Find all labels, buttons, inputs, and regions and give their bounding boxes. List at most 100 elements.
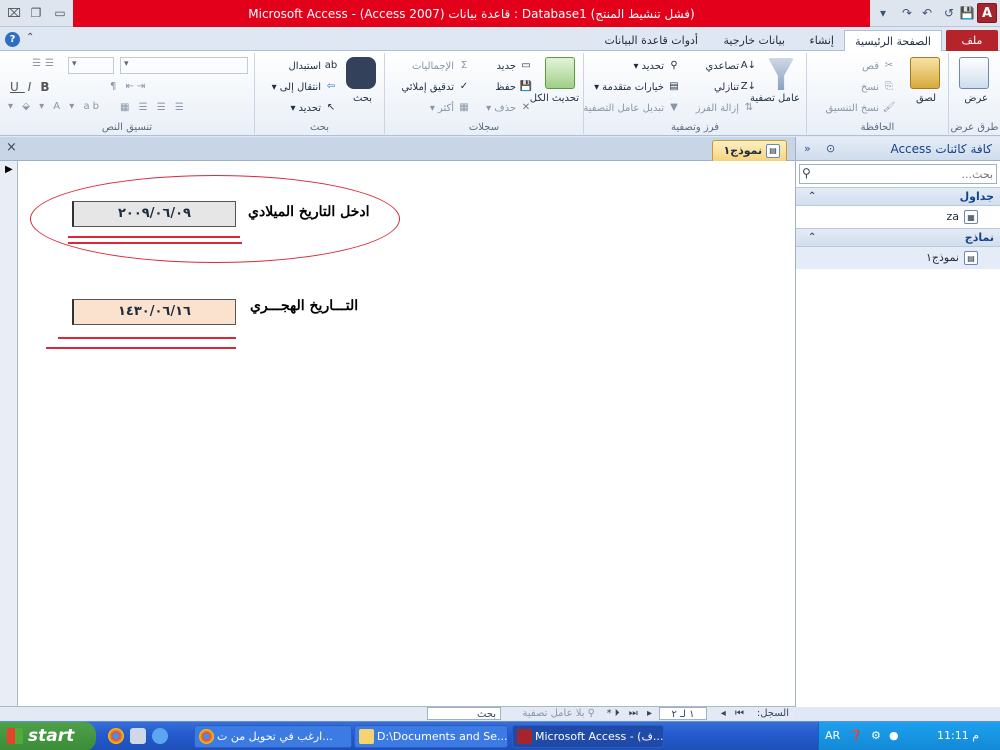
search-icon[interactable]: ⚲	[802, 166, 811, 180]
next-last-new-record-buttons[interactable]: ▸ ⏭ ⏵*	[607, 707, 655, 720]
binoculars-icon[interactable]	[346, 57, 376, 89]
italic-icon[interactable]: I	[28, 80, 38, 94]
save-icon[interactable]: 💾	[958, 4, 976, 23]
group-find: بحث ab استبدال ⇦ انتقال إلى ▾ ↖ تحديد ▾ بحث	[254, 53, 384, 134]
nav-item-table-za[interactable]: ▦ za	[796, 206, 1000, 228]
tab-home[interactable]: الصفحة الرئيسية	[844, 30, 942, 51]
minimize-window-icon[interactable]: ▭	[50, 4, 70, 22]
nav-menu-icon[interactable]: ⊙	[826, 137, 835, 161]
delete-record-button[interactable]: ✕ حذف ▾	[486, 101, 533, 115]
font-size-select[interactable]: ▾	[68, 57, 114, 74]
no-filter-indicator[interactable]: ⚲ بلا عامل تصفية	[523, 707, 595, 720]
ascending-button[interactable]: ↓A تصاعدي	[705, 59, 756, 73]
gregorian-date-label: ادخل التاريخ الميلادي	[248, 204, 370, 220]
first-prev-record-buttons[interactable]: ⏮ ◂	[721, 707, 747, 720]
nav-item-form-1[interactable]: ▤ نموذج١	[796, 247, 1000, 269]
help-icon[interactable]: ?	[5, 32, 20, 47]
refresh-all-button[interactable]: تحديث الكل	[530, 93, 579, 105]
nav-pane-header[interactable]: كافة كائنات Access ⊙ «	[796, 137, 1000, 161]
chevron-up-icon[interactable]: ⌃	[808, 229, 816, 246]
color-buttons[interactable]: A ▾ ab ▾ ⬙ ▾	[8, 101, 102, 112]
hijri-date-field[interactable]: ١٤٣٠/٠٦/١٦	[72, 299, 236, 325]
record-search-box[interactable]: بحث	[427, 707, 501, 720]
delete-icon: ✕	[521, 102, 531, 113]
list-buttons[interactable]: ☰☰	[32, 58, 58, 69]
chrome-icon[interactable]	[108, 728, 124, 744]
replace-button[interactable]: ab استبدال	[289, 59, 339, 73]
form-view: ▶ ادخل التاريخ الميلادي ٢٠٠٩/٠٦/٠٩ التــ…	[0, 161, 795, 706]
taskbar-item-browser[interactable]: ارغب في تحويل من ت...	[194, 725, 352, 748]
font-name-select[interactable]: ▾	[120, 57, 248, 74]
nav-search-input[interactable]	[816, 165, 996, 183]
nav-section-forms[interactable]: نماذج ⌃	[796, 228, 1000, 247]
sort-ascending-icon: ↓A	[740, 60, 756, 71]
text-style-buttons[interactable]: BIU	[10, 80, 56, 94]
tab-external-data[interactable]: بيانات خارجية	[714, 30, 795, 51]
format-painter-button[interactable]: 🖌 نسخ التنسيق	[826, 101, 896, 115]
tab-form-1[interactable]: ▤ نموذج١	[712, 140, 787, 161]
new-record-button[interactable]: ▭ جديد	[497, 59, 533, 73]
app-icon[interactable]	[130, 728, 146, 744]
filter-button[interactable]: عامل تصفية	[750, 93, 800, 105]
toggle-filter-icon: ▼	[670, 102, 678, 113]
network-icon[interactable]: ⚙	[871, 729, 881, 742]
nav-collapse-icon[interactable]: «	[804, 137, 811, 161]
select-button[interactable]: ↖ تحديد ▾	[290, 101, 338, 115]
indent-buttons[interactable]: ⇥⇤ ¶	[110, 81, 148, 92]
view-button[interactable]: عرض	[964, 93, 988, 104]
tab-database-tools[interactable]: أدوات قاعدة البيانات	[594, 30, 708, 51]
save-record-button[interactable]: 💾 حفظ	[495, 80, 533, 94]
record-number-field[interactable]: ١ لـ ٢	[659, 707, 707, 720]
selection-button[interactable]: ⚲ تحديد ▾	[633, 59, 681, 73]
refresh-icon[interactable]	[545, 57, 575, 89]
minimize-ribbon-icon[interactable]: ⌃	[26, 32, 34, 43]
nav-section-tables[interactable]: جداول ⌃	[796, 187, 1000, 206]
start-button[interactable]: start	[0, 722, 96, 750]
spelling-button[interactable]: ✓ تدقيق إملائي	[401, 80, 471, 94]
bold-icon[interactable]: B	[40, 80, 55, 94]
restore-window-icon[interactable]: ❐	[26, 4, 46, 22]
table-icon: ▦	[964, 210, 978, 224]
gregorian-date-field[interactable]: ٢٠٠٩/٠٦/٠٩	[72, 201, 236, 227]
chevron-up-icon[interactable]: ⌃	[808, 188, 816, 205]
taskbar-item-explorer[interactable]: D:\Documents and Se...	[354, 725, 508, 748]
ie-icon[interactable]	[152, 728, 168, 744]
descending-button[interactable]: ↓Z تنازلي	[714, 80, 756, 94]
advanced-filter-icon: ▤	[669, 81, 679, 92]
more-button[interactable]: ▦ أكثر ▾	[430, 101, 471, 115]
filter-icon[interactable]	[768, 58, 794, 90]
underline-icon[interactable]: U	[10, 80, 25, 94]
taskbar-item-access[interactable]: Microsoft Access - (ف...	[512, 725, 664, 748]
paste-icon[interactable]	[910, 57, 940, 89]
remove-sort-button[interactable]: ⇅ إزالة الفرز	[696, 101, 756, 115]
close-window-icon[interactable]: ⌧	[4, 4, 24, 22]
redo-icon[interactable]: ↷	[898, 4, 916, 23]
find-button[interactable]: بحث	[353, 93, 372, 104]
group-text-formatting: ▾ ▾ ☰☰ BIU ⇥⇤ ¶ A ▾ ab ▾ ⬙ ▾ ☰ ☰ ☰ ▦ تنس…	[0, 53, 254, 134]
cut-button[interactable]: ✂ قص	[862, 59, 896, 73]
red-underline	[68, 242, 242, 244]
tab-file[interactable]: ملف	[946, 30, 998, 51]
help-tray-icon[interactable]: ❓	[849, 729, 863, 742]
paste-button[interactable]: لصق	[916, 93, 936, 104]
group-clipboard: لصق ✂ قص ⎘ نسخ 🖌 نسخ التنسيق الحافظة	[806, 53, 948, 134]
undo-icon[interactable]: ↶	[918, 4, 936, 23]
align-buttons[interactable]: ☰ ☰ ☰ ▦	[120, 102, 187, 113]
red-underline	[58, 337, 236, 339]
taskbar: start ارغب في تحويل من ت... D:\Documents…	[0, 721, 1000, 750]
totals-button[interactable]: Σ الإجماليات	[412, 59, 471, 73]
access-app-icon[interactable]: A	[977, 3, 997, 23]
tray-app-icon[interactable]: ●	[889, 729, 899, 742]
goto-button[interactable]: ⇦ انتقال إلى ▾	[272, 80, 338, 94]
close-document-icon[interactable]: ×	[6, 140, 17, 155]
group-label-clipboard: الحافظة	[860, 122, 895, 133]
record-selector[interactable]: ▶	[0, 161, 18, 706]
copy-button[interactable]: ⎘ نسخ	[861, 80, 896, 94]
language-indicator[interactable]: AR	[825, 729, 840, 742]
tab-create[interactable]: إنشاء	[800, 30, 844, 51]
view-icon[interactable]	[959, 57, 989, 89]
qat-customize-icon[interactable]: ▾	[874, 4, 892, 23]
undo-arrow-icon[interactable]: ↺	[940, 4, 958, 23]
advanced-button[interactable]: ▤ خيارات متقدمة ▾	[594, 80, 681, 94]
toggle-filter-button[interactable]: ▼ تبديل عامل التصفية	[583, 101, 681, 115]
